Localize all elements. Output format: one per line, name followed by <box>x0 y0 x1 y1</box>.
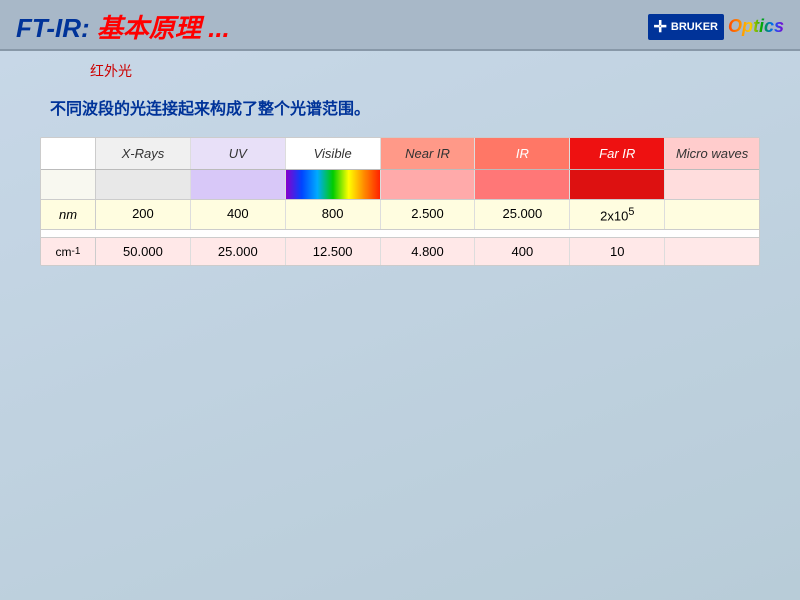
title-chinese: 基本原理 ... <box>97 13 230 43</box>
logo-area: ✛ BRUKER Optics <box>648 14 784 40</box>
nm-val-empty <box>665 200 759 229</box>
nm-row: nm 200 400 800 2.500 25.000 2x105 <box>41 200 759 230</box>
cm-val-empty <box>665 238 759 265</box>
cm-val-400: 400 <box>475 238 570 265</box>
cm-val-12500: 12.500 <box>286 238 381 265</box>
header: FT-IR: 基本原理 ... ✛ BRUKER Optics <box>0 0 800 51</box>
spacer-row <box>41 230 759 238</box>
spectrum-header-row: X-Rays UV Visible Near IR IR Far IR Micr… <box>41 138 759 170</box>
nm-val-400: 400 <box>191 200 286 229</box>
color-band-row <box>41 170 759 200</box>
cm-val-4800: 4.800 <box>381 238 476 265</box>
spectrum-table: X-Rays UV Visible Near IR IR Far IR Micr… <box>40 137 760 266</box>
optics-logo: Optics <box>728 16 784 37</box>
color-band-xray <box>96 170 191 199</box>
color-band-empty <box>41 170 96 199</box>
bruker-text: BRUKER <box>671 21 718 33</box>
bruker-cross-icon: ✛ <box>654 17 667 37</box>
nm-label: nm <box>41 200 96 229</box>
nm-val-200: 200 <box>96 200 191 229</box>
cm-val-10: 10 <box>570 238 665 265</box>
cm-row: cm-1 50.000 25.000 12.500 4.800 400 10 <box>41 238 759 265</box>
description-text: 不同波段的光连接起来构成了整个光谱范围。 <box>30 95 770 119</box>
slide: FT-IR: 基本原理 ... ✛ BRUKER Optics 红外光 不同波段… <box>0 0 800 600</box>
content-area: 红外光 不同波段的光连接起来构成了整个光谱范围。 X-Rays UV Visib… <box>0 51 800 276</box>
bruker-logo: ✛ BRUKER <box>648 14 724 40</box>
cm-label: cm-1 <box>41 238 96 265</box>
spec-uv-label: UV <box>191 138 286 169</box>
cm-val-25000: 25.000 <box>191 238 286 265</box>
color-band-micro <box>665 170 759 199</box>
page-title: FT-IR: 基本原理 ... <box>16 8 230 45</box>
spec-visible-label: Visible <box>286 138 381 169</box>
spec-ir-label: IR <box>475 138 570 169</box>
spec-nearir-label: Near IR <box>381 138 476 169</box>
nm-val-2500: 2.500 <box>381 200 476 229</box>
spec-xray-label: X-Rays <box>96 138 191 169</box>
nm-val-800: 800 <box>286 200 381 229</box>
color-band-farir <box>570 170 665 199</box>
spec-micro-label: Micro waves <box>665 138 759 169</box>
nm-val-25000: 25.000 <box>475 200 570 229</box>
color-band-ir <box>475 170 570 199</box>
color-band-visible <box>286 170 381 199</box>
color-band-uv <box>191 170 286 199</box>
nm-val-2e5: 2x105 <box>570 200 665 229</box>
color-band-nearir <box>381 170 476 199</box>
header-label-empty <box>41 138 96 169</box>
subtitle-text: 红外光 <box>30 61 770 81</box>
cm-val-50000: 50.000 <box>96 238 191 265</box>
spec-farir-label: Far IR <box>570 138 665 169</box>
